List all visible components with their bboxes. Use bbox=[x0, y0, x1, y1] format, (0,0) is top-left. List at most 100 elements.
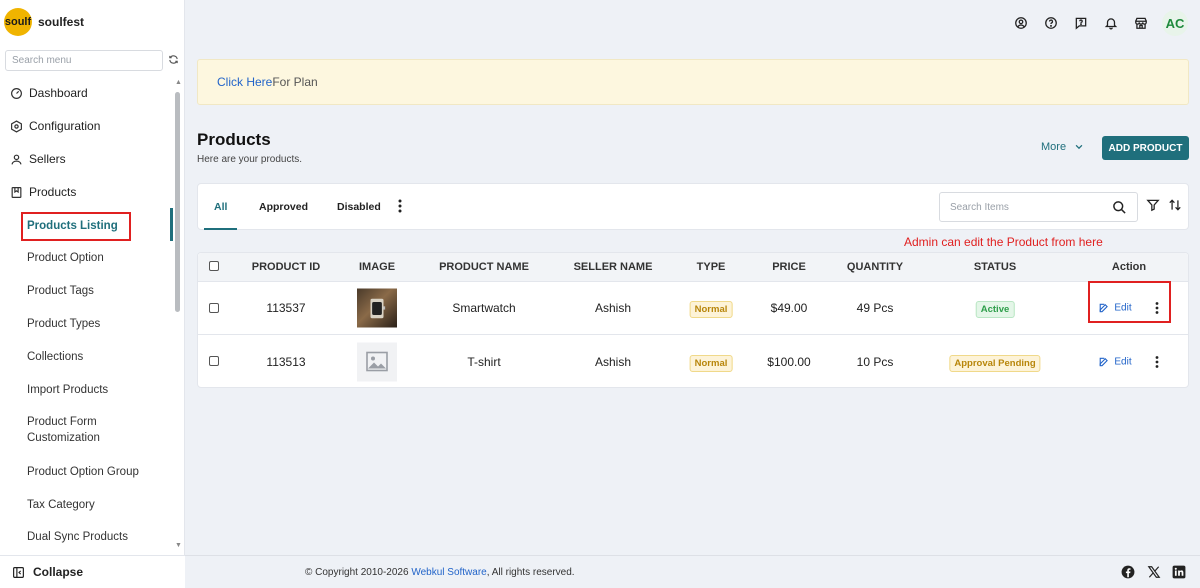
sidebar-subitem-import-products[interactable]: Import Products bbox=[27, 382, 167, 398]
add-product-button[interactable]: ADD PRODUCT bbox=[1102, 136, 1189, 160]
header-product-id[interactable]: PRODUCT ID bbox=[252, 261, 320, 273]
sidebar-item-configuration[interactable]: Configuration bbox=[10, 119, 100, 133]
image-placeholder-icon bbox=[357, 342, 397, 381]
price: $49.00 bbox=[770, 301, 808, 315]
table-row[interactable]: 113537 Smartwatch Ashish Normal $49.00 4… bbox=[198, 282, 1188, 335]
tab-all[interactable]: All bbox=[214, 201, 227, 213]
type-badge: Normal bbox=[689, 354, 733, 372]
page-title: Products bbox=[197, 130, 271, 149]
tab-disabled[interactable]: Disabled bbox=[337, 201, 381, 213]
product-image[interactable] bbox=[357, 342, 397, 381]
banner-text: For Plan bbox=[272, 75, 318, 89]
sort-icon[interactable] bbox=[1168, 198, 1182, 212]
filter-icon[interactable] bbox=[1146, 198, 1160, 212]
sidebar-subitem-tax-category[interactable]: Tax Category bbox=[27, 497, 167, 513]
header-image: IMAGE bbox=[358, 261, 396, 273]
refresh-icon[interactable] bbox=[168, 54, 179, 65]
sidebar-subitem-product-tags[interactable]: Product Tags bbox=[27, 283, 167, 299]
product-image[interactable] bbox=[357, 288, 397, 328]
edit-label: Edit bbox=[1114, 356, 1132, 367]
account-circle-icon[interactable] bbox=[1006, 13, 1036, 33]
product-id: 113513 bbox=[266, 354, 306, 369]
sidebar-item-sellers[interactable]: Sellers bbox=[10, 152, 66, 166]
tab-active-underline bbox=[204, 228, 237, 230]
header-action: Action bbox=[1111, 261, 1147, 273]
copyright: © Copyright 2010-2026 Webkul Software, A… bbox=[305, 567, 575, 578]
scroll-up-arrow[interactable]: ▲ bbox=[175, 79, 182, 86]
row-checkbox[interactable] bbox=[209, 303, 219, 313]
product-name[interactable]: T-shirt bbox=[467, 355, 500, 369]
status-badge-label: Approval Pending bbox=[949, 354, 1041, 372]
smartwatch-photo bbox=[357, 288, 397, 328]
status-badge: Active bbox=[975, 301, 1015, 318]
header-price[interactable]: PRICE bbox=[772, 261, 806, 273]
sidebar-item-label: Sellers bbox=[29, 152, 66, 166]
edit-button[interactable]: Edit bbox=[1098, 356, 1132, 367]
user-icon bbox=[11, 154, 22, 164]
more-dropdown[interactable]: More bbox=[1041, 141, 1084, 153]
edit-icon bbox=[1099, 357, 1108, 366]
header-quantity[interactable]: QUANTITY bbox=[847, 261, 903, 273]
highlight-products-listing bbox=[21, 212, 131, 241]
footer: © Copyright 2010-2026 Webkul Software, A… bbox=[185, 555, 1200, 588]
dashboard-icon bbox=[11, 87, 22, 99]
search-icon[interactable] bbox=[1112, 200, 1127, 215]
table-row[interactable]: 113513 T-shirt Ashish Normal $100.00 10 … bbox=[198, 335, 1188, 388]
copyright-suffix: , All rights reserved. bbox=[486, 567, 575, 578]
type-badge: Normal bbox=[689, 301, 733, 318]
annotation-text: Admin can edit the Product from here bbox=[904, 235, 1103, 249]
sidebar-subitem-dual-sync-products[interactable]: Dual Sync Products bbox=[27, 529, 167, 545]
plan-banner: Click Here For Plan bbox=[197, 59, 1189, 105]
sidebar-subitem-collections[interactable]: Collections bbox=[27, 349, 167, 365]
sidebar-scrollbar[interactable] bbox=[175, 92, 180, 312]
row-more-icon[interactable] bbox=[1155, 355, 1159, 368]
product-name[interactable]: Smartwatch bbox=[452, 301, 515, 315]
help-circle-icon[interactable] bbox=[1036, 13, 1066, 33]
header-type[interactable]: TYPE bbox=[697, 261, 726, 273]
price: $100.00 bbox=[767, 354, 811, 369]
sidebar-subitem-product-types[interactable]: Product Types bbox=[27, 316, 167, 332]
more-label: More bbox=[1041, 141, 1067, 153]
sidebar-item-label: Configuration bbox=[29, 119, 101, 133]
brand[interactable]: soulf soulfest bbox=[0, 0, 184, 44]
search-items-box bbox=[939, 192, 1138, 222]
bookmark-box-icon bbox=[11, 186, 22, 198]
copyright-prefix: © Copyright 2010-2026 bbox=[305, 567, 412, 578]
avatar[interactable]: AC bbox=[1162, 10, 1188, 36]
brand-name: soulfest bbox=[38, 15, 85, 29]
more-vertical-icon[interactable] bbox=[398, 199, 402, 213]
sidebar-subitem-product-option[interactable]: Product Option bbox=[27, 250, 167, 266]
seller-name: Ashish bbox=[594, 301, 632, 315]
tabs-toolbar: All Approved Disabled bbox=[197, 183, 1189, 230]
sidebar-item-products[interactable]: Products bbox=[10, 185, 76, 199]
search-items-input[interactable] bbox=[940, 193, 1112, 221]
question-box-icon[interactable] bbox=[1066, 13, 1096, 33]
collapse-label: Collapse bbox=[33, 565, 84, 579]
seller-name: Ashish bbox=[594, 354, 632, 369]
linkedin-icon[interactable] bbox=[1172, 565, 1186, 579]
bell-icon[interactable] bbox=[1096, 13, 1126, 33]
company-link[interactable]: Webkul Software bbox=[411, 567, 486, 578]
header-seller-name[interactable]: SELLER NAME bbox=[574, 261, 653, 273]
x-icon[interactable] bbox=[1147, 565, 1161, 579]
header-product-name[interactable]: PRODUCT NAME bbox=[439, 261, 529, 273]
page-subtitle: Here are your products. bbox=[197, 154, 303, 165]
row-checkbox[interactable] bbox=[209, 356, 219, 366]
type-badge-label: Normal bbox=[689, 354, 733, 372]
select-all-checkbox[interactable] bbox=[209, 261, 219, 271]
tab-approved[interactable]: Approved bbox=[259, 201, 308, 213]
topbar-icons: AC bbox=[1006, 10, 1188, 36]
sidebar-subitem-product-form-customization[interactable]: Product Form Customization bbox=[27, 414, 137, 446]
scroll-down-arrow[interactable]: ▼ bbox=[175, 542, 182, 549]
product-id: 113537 bbox=[266, 301, 306, 315]
sidebar-item-dashboard[interactable]: Dashboard bbox=[10, 86, 88, 100]
collapse-button[interactable]: Collapse bbox=[0, 555, 185, 588]
sidebar-subitem-product-option-group[interactable]: Product Option Group bbox=[27, 464, 167, 480]
menu-search-input[interactable] bbox=[6, 51, 162, 70]
click-here-link[interactable]: Click Here bbox=[217, 75, 272, 89]
header-status[interactable]: STATUS bbox=[974, 261, 1016, 273]
menu-search bbox=[5, 50, 163, 71]
store-icon[interactable] bbox=[1126, 13, 1156, 33]
facebook-icon[interactable] bbox=[1121, 565, 1135, 579]
quantity: 49 Pcs bbox=[856, 301, 894, 315]
